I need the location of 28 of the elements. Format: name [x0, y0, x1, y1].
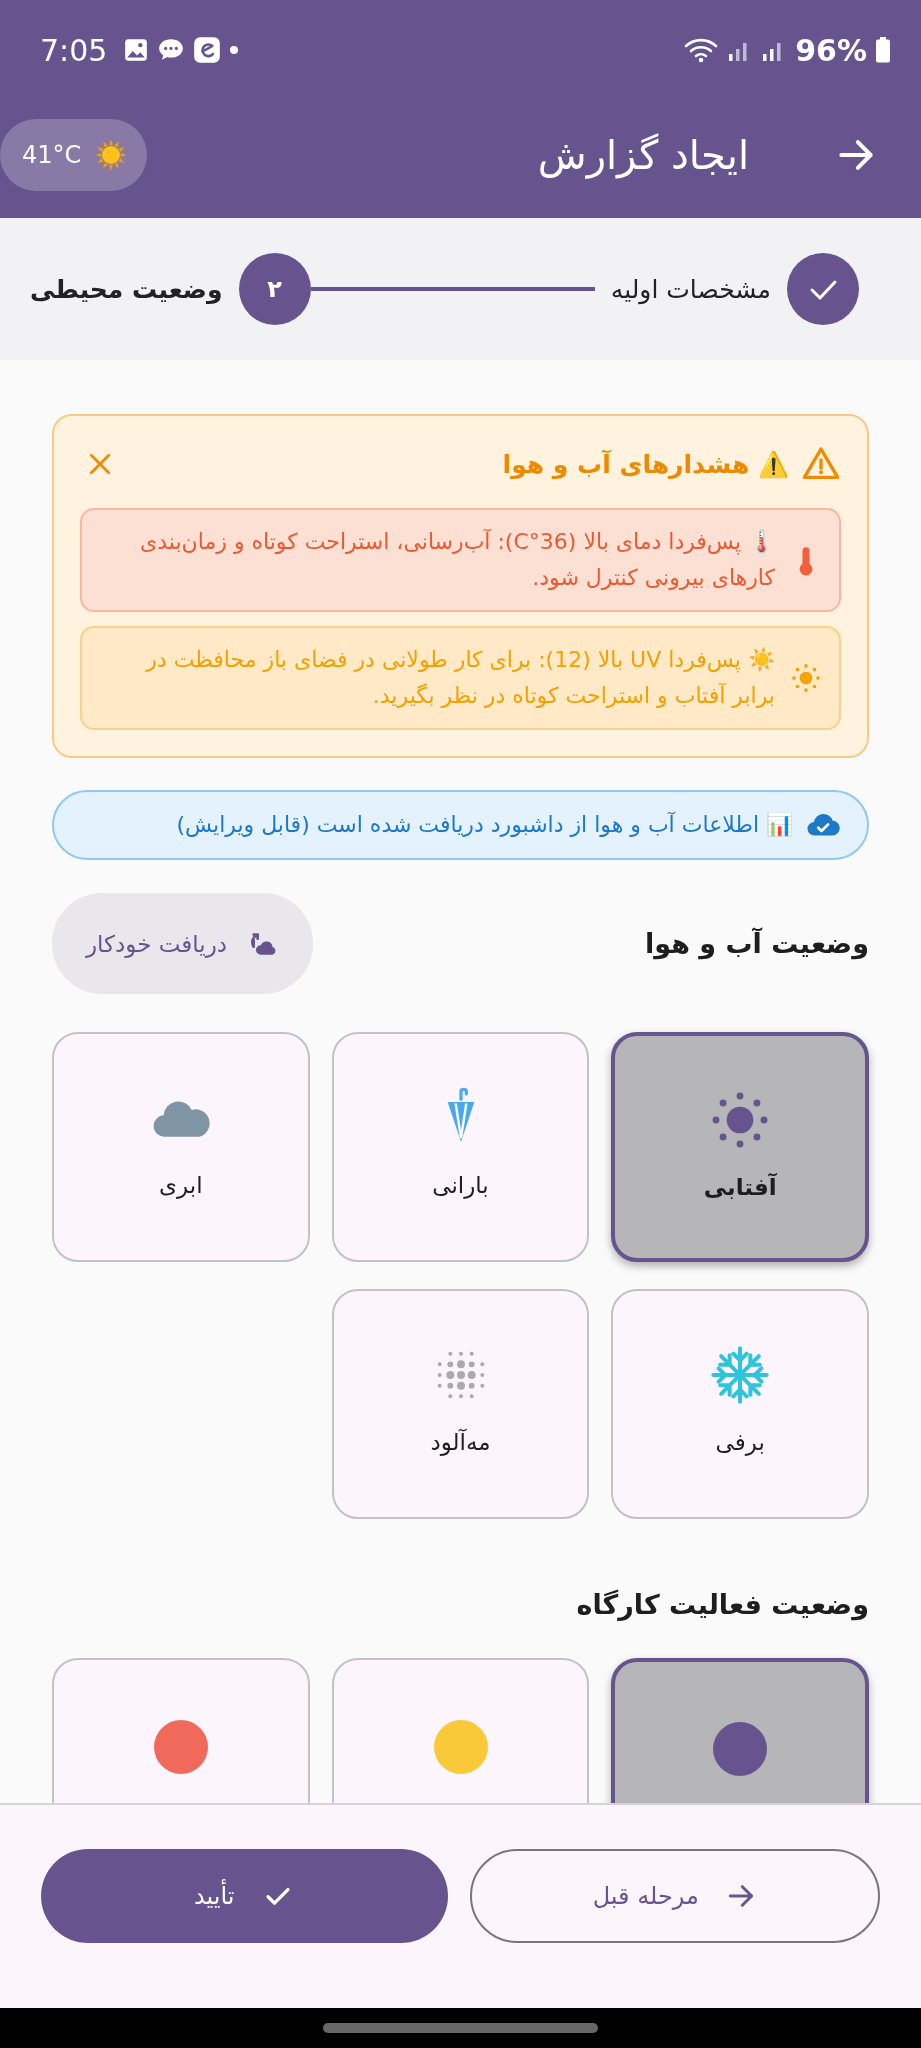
auto-fetch-button[interactable]: دریافت خودکار	[52, 893, 314, 994]
weather-option[interactable]: برفی	[611, 1289, 869, 1519]
home-handle[interactable]	[323, 2023, 598, 2033]
confirm-button[interactable]: تأیید	[41, 1848, 448, 1943]
page-title: ایجاد گزارش	[537, 132, 749, 178]
app-icon	[193, 36, 222, 64]
weather-chip: 41°C	[0, 119, 148, 191]
alert-text: ☀ پس‌فردا UV بالا (12): برای کار طولانی در فضای باز محافظت در برابر آفتاب و استراحت کوتاه در نظر بگیرید.	[144, 646, 775, 710]
battery-icon	[875, 36, 891, 64]
weather-option[interactable]: بارانی	[331, 1032, 590, 1262]
alerts-title: ⚠ هشدارهای آب و هوا	[502, 449, 789, 479]
previous-step-button[interactable]: مرحله قبل	[469, 1848, 880, 1943]
wifi-icon	[683, 36, 720, 64]
info-text: 📊 اطلاعات آب و هوا از داشبورد دریافت شده است (قابل ویرایش)	[176, 811, 793, 839]
battery-percentage: 96%	[795, 32, 867, 68]
notification-dot-icon	[229, 45, 240, 55]
clock-time: 7:05	[40, 32, 108, 68]
step-label: وضعیت محیطی	[30, 274, 223, 304]
step-label: مشخصات اولیه	[610, 274, 771, 304]
step-number: ۲	[238, 253, 311, 325]
section-title: وضعیت آب و هوا	[645, 928, 869, 959]
weather-option[interactable]: ابری	[52, 1032, 310, 1262]
gallery-icon	[123, 37, 150, 63]
sun-icon	[789, 661, 823, 695]
section-title: وضعیت فعالیت کارگاه	[575, 1589, 869, 1620]
weather-option[interactable]: آفتابی	[611, 1032, 869, 1262]
alert-text: 🌡 پس‌فردا دمای بالا (36°C): آب‌رسانی، استراحت کوتاه و زمان‌بندی کارهای بیرونی کنترل شود.	[139, 528, 775, 592]
weather-option[interactable]: مه‌آلود	[331, 1289, 590, 1519]
